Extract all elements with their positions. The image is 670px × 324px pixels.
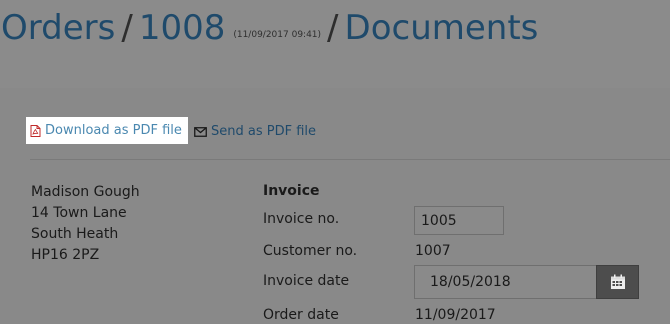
address-line2: South Heath: [31, 226, 119, 242]
invoice-no-field[interactable]: [414, 206, 504, 235]
address-postcode: HP16 2PZ: [31, 247, 100, 263]
send-pdf-label: Send as PDF file: [211, 124, 317, 139]
invoice-heading: Invoice: [263, 183, 320, 199]
envelope-icon: [194, 126, 207, 137]
main-content: Download as PDF file Send as PDF file Ma…: [0, 88, 670, 324]
breadcrumb-separator: /: [327, 8, 339, 48]
customer-address: Madison Gough 14 Town Lane South Heath H…: [31, 182, 140, 266]
address-line1: 14 Town Lane: [31, 205, 127, 221]
breadcrumb-order-link[interactable]: 1008: [139, 8, 226, 48]
download-pdf-label: Download as PDF file: [45, 123, 182, 138]
pdf-file-icon: [30, 124, 41, 137]
page-title: Documents: [344, 8, 539, 48]
customer-no-value: 1007: [415, 243, 451, 259]
breadcrumb: Orders/1008 (11/09/2017 09:41) / Documents: [1, 8, 538, 55]
section-divider: [30, 159, 670, 160]
send-pdf-link[interactable]: Send as PDF file: [194, 123, 316, 140]
invoice-date-label: Invoice date: [263, 273, 350, 289]
invoice-date-field[interactable]: [414, 265, 597, 299]
customer-no-label: Customer no.: [263, 243, 358, 259]
breadcrumb-separator: /: [121, 8, 133, 48]
order-timestamp: (11/09/2017 09:41): [233, 30, 322, 40]
download-pdf-link[interactable]: Download as PDF file: [30, 122, 182, 139]
document-actions: Download as PDF file Send as PDF file: [30, 122, 316, 142]
address-name: Madison Gough: [31, 184, 140, 200]
invoice-no-label: Invoice no.: [263, 211, 340, 227]
order-date-value: 11/09/2017: [415, 307, 496, 323]
page-header: Orders/1008 (11/09/2017 09:41) / Documents: [0, 0, 670, 88]
calendar-icon: [610, 274, 625, 289]
calendar-button[interactable]: [596, 265, 639, 299]
breadcrumb-orders-link[interactable]: Orders: [1, 8, 115, 48]
order-date-label: Order date: [263, 307, 339, 323]
